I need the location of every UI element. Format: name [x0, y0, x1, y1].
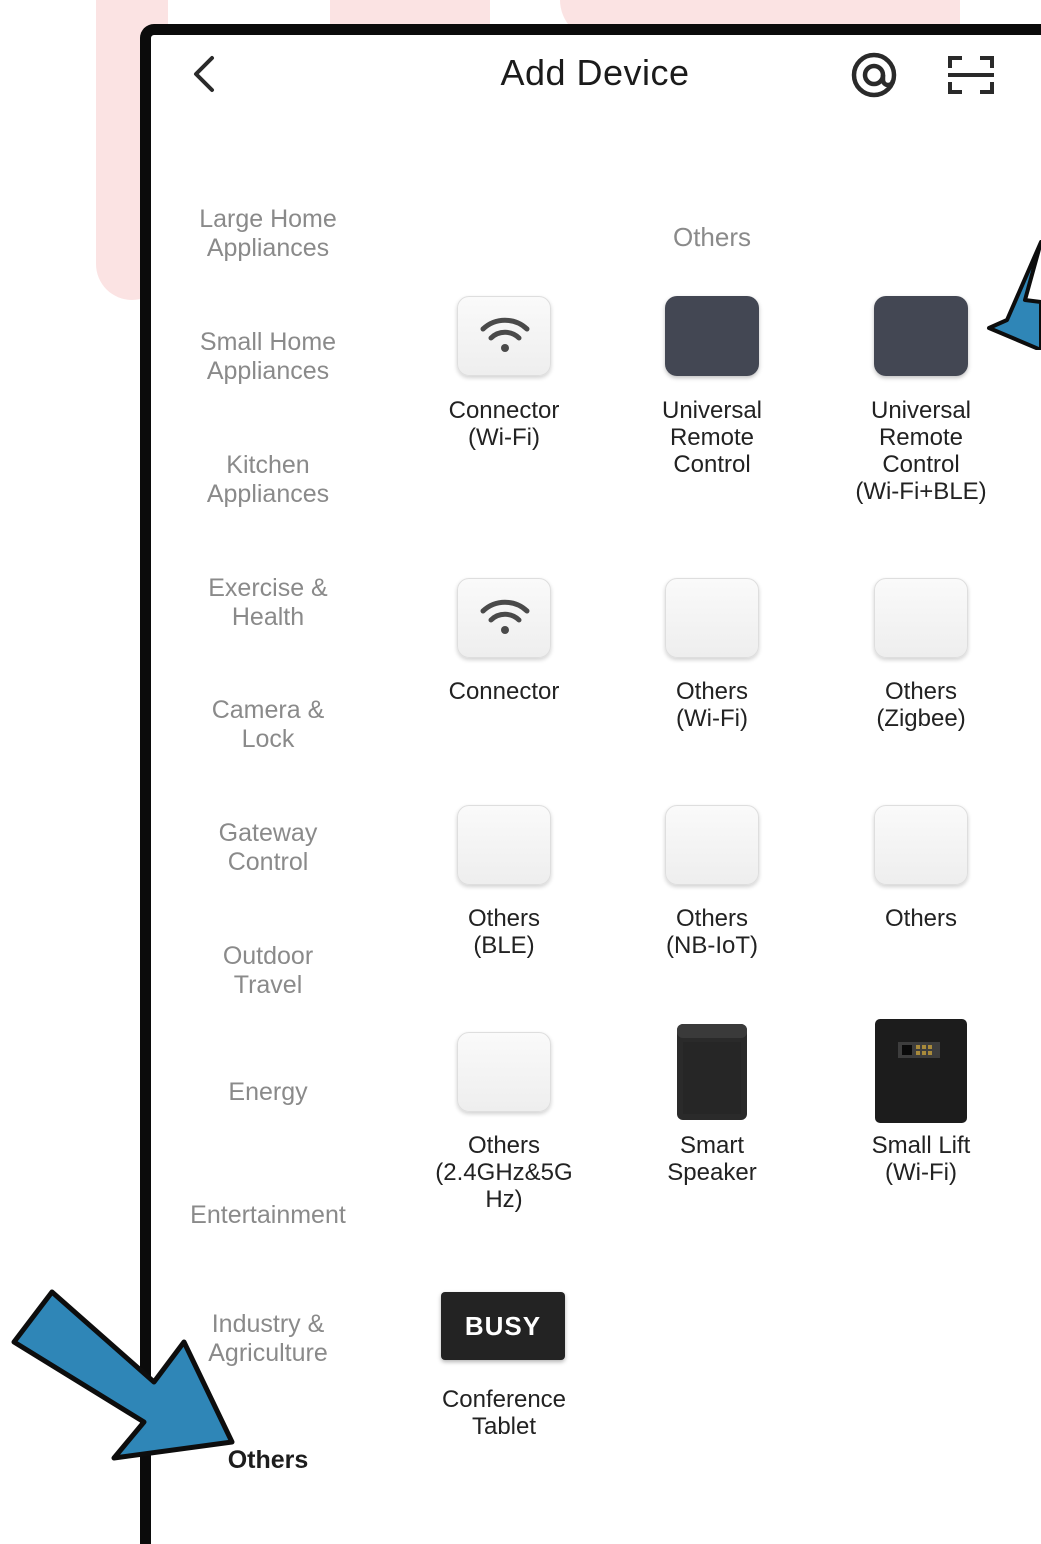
arrow-annotation-right: [987, 240, 1041, 350]
at-sign-icon: [851, 52, 897, 98]
sidebar-item-large-home-appliances[interactable]: Large Home Appliances: [158, 205, 378, 263]
sidebar-item-camera-lock[interactable]: Camera & Lock: [158, 696, 378, 754]
remote-icon: [665, 296, 759, 376]
blank-device-icon: [457, 1032, 551, 1112]
blank-device-icon: [665, 578, 759, 658]
blank-device-icon: [665, 805, 759, 885]
device-label: Others: [884, 905, 958, 932]
sidebar-item-exercise-health[interactable]: Exercise & Health: [158, 574, 378, 632]
device-label: Smart Speaker: [667, 1132, 757, 1186]
scan-icon: [948, 56, 994, 94]
device-label: Universal Remote Control: [661, 397, 763, 478]
wifi-icon: [457, 578, 551, 658]
wifi-icon: [457, 296, 551, 376]
chevron-left-icon: [194, 56, 214, 92]
device-label: Conference Tablet: [441, 1386, 567, 1440]
scan-button[interactable]: [944, 52, 998, 98]
safe-box-icon: [875, 1019, 967, 1123]
arrow-annotation-others: [11, 1289, 235, 1461]
device-label: Others (BLE): [467, 905, 541, 959]
device-label: Others (Wi-Fi): [675, 678, 749, 732]
speaker-icon: [677, 1024, 747, 1120]
blank-device-icon: [874, 805, 968, 885]
busy-sign-icon: BUSY: [441, 1292, 565, 1360]
remote-icon: [874, 296, 968, 376]
back-button[interactable]: [186, 52, 226, 96]
blank-device-icon: [457, 805, 551, 885]
page-title: Add Device: [500, 52, 690, 93]
section-title: Others: [672, 222, 752, 252]
sidebar-item-outdoor-travel[interactable]: Outdoor Travel: [158, 942, 378, 1000]
sidebar-item-energy[interactable]: Energy: [158, 1078, 378, 1107]
device-label: Connector (Wi-Fi): [448, 397, 560, 451]
sidebar-item-kitchen-appliances[interactable]: Kitchen Appliances: [158, 451, 378, 509]
device-label: Others (NB-IoT): [666, 905, 758, 959]
device-label: Small Lift (Wi-Fi): [871, 1132, 971, 1186]
sidebar-item-gateway-control[interactable]: Gateway Control: [158, 819, 378, 877]
blank-device-icon: [874, 578, 968, 658]
sidebar-item-small-home-appliances[interactable]: Small Home Appliances: [158, 328, 378, 386]
device-label: Connector: [448, 678, 560, 705]
device-label: Universal Remote Control (Wi-Fi+BLE): [855, 397, 987, 505]
at-button[interactable]: [848, 52, 900, 98]
sidebar-item-entertainment[interactable]: Entertainment: [158, 1201, 378, 1230]
device-label: Others (Zigbee): [876, 678, 966, 732]
device-label: Others (2.4GHz&5G Hz): [435, 1132, 573, 1213]
